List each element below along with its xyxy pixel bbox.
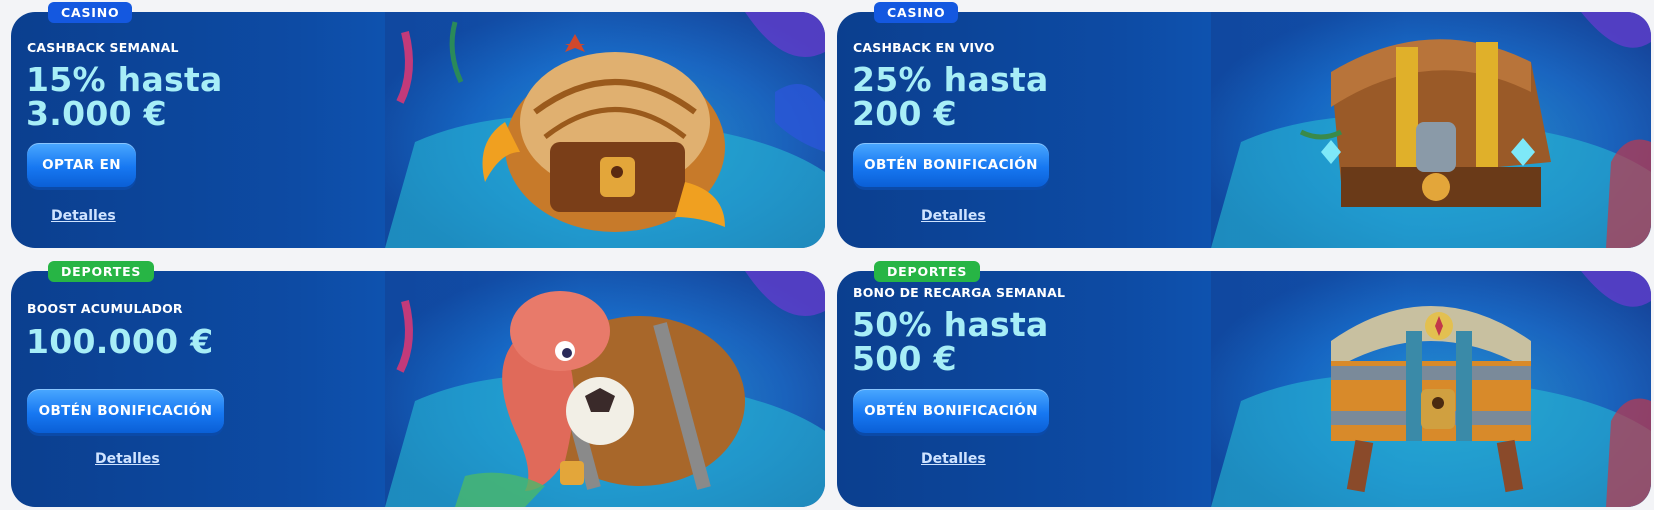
promo-card-weekly-cashback: CASINO CASHBACK SEMANAL 15% hasta 3.000 … [11,2,825,248]
wooden-treasure-chest-icon [1211,12,1651,248]
get-bonus-button[interactable]: OBTÉN BONIFICACIÓN [853,143,1049,187]
get-bonus-button[interactable]: OBTÉN BONIFICACIÓN [853,389,1049,433]
promo-amount-line1: 50% hasta [852,305,1049,344]
details-link[interactable]: Detalles [51,208,116,224]
promo-card-weekly-reload: DEPORTES BONO DE RECARGA SEMANAL 50% has… [837,261,1651,507]
promo-amount-line1: 100.000 € [26,322,214,361]
hermit-crab-chest-icon [385,12,825,248]
promo-card-accumulator-boost: DEPORTES BOOST ACUMULADOR 100.000 € OBTÉ… [11,261,825,507]
opt-in-button[interactable]: OPTAR EN [27,143,136,187]
promo-amount-line2: 3.000 € [26,94,167,133]
promo-amount-line2: 200 € [852,94,957,133]
category-badge-sports: DEPORTES [48,261,155,282]
promo-title: BOOST ACUMULADOR [27,301,183,316]
category-badge-casino: CASINO [48,2,133,23]
category-badge-casino: CASINO [874,2,959,23]
details-link[interactable]: Detalles [95,451,160,467]
promo-card-live-cashback: CASINO CASHBACK EN VIVO 25% hasta 200 € … [837,2,1651,248]
octopus-barrel-icon [385,271,825,507]
compass-treasure-chest-icon [1211,271,1651,507]
details-link[interactable]: Detalles [921,208,986,224]
details-link[interactable]: Detalles [921,451,986,467]
promo-amount-line1: 25% hasta [852,60,1049,99]
promo-title: BONO DE RECARGA SEMANAL [853,285,1066,300]
promotions-grid: CASINO CASHBACK SEMANAL 15% hasta 3.000 … [0,0,1654,510]
promo-title: CASHBACK SEMANAL [27,40,179,55]
promo-title: CASHBACK EN VIVO [853,40,995,55]
category-badge-sports: DEPORTES [874,261,981,282]
promo-amount-line1: 15% hasta [26,60,223,99]
get-bonus-button[interactable]: OBTÉN BONIFICACIÓN [27,389,224,433]
promo-amount-line2: 500 € [852,339,957,378]
